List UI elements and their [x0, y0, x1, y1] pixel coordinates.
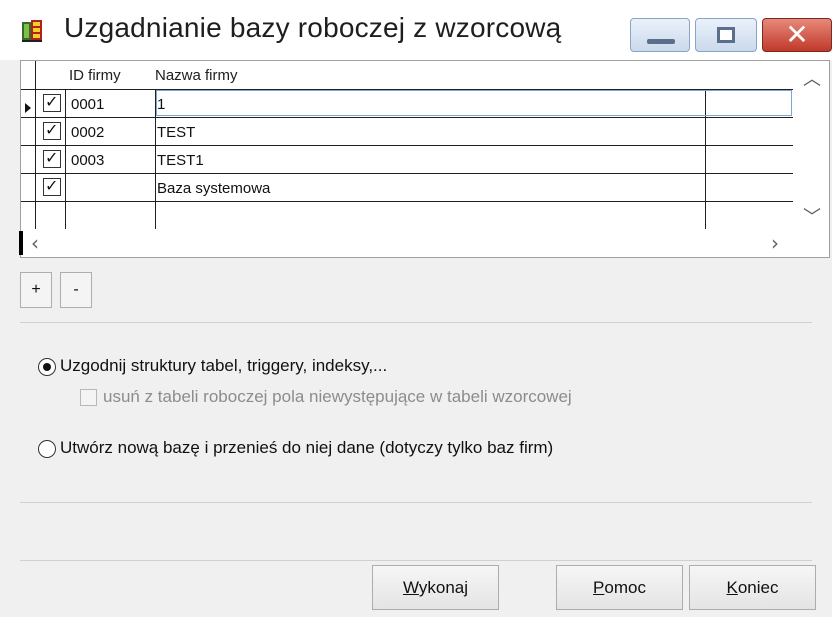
execute-mnemonic: W [402, 578, 419, 597]
window-title: Uzgadnianie bazy roboczej z wzorcową [64, 12, 562, 43]
row-checkbox[interactable] [43, 176, 61, 196]
row-checkbox[interactable] [43, 148, 61, 168]
execute-button[interactable]: Wykonaj [372, 565, 499, 610]
remove-row-button[interactable]: - [60, 272, 92, 308]
database-app-icon [22, 20, 42, 42]
divider [20, 502, 812, 503]
remove-fields-checkbox[interactable] [80, 389, 97, 406]
execute-label: ykonaj [418, 578, 469, 597]
horizontal-scrollbar[interactable]: ‹ › [19, 229, 829, 257]
new-db-option-label[interactable]: Utwórz nową bazę i przenieś do niej dane… [60, 438, 553, 458]
title-bar: Uzgadnianie bazy roboczej z wzorcową ✕ [0, 0, 832, 60]
column-header-name[interactable]: Nazwa firmy [155, 67, 238, 84]
scroll-left-icon[interactable]: ‹ [31, 231, 39, 255]
cell-id: 0003 [71, 152, 105, 169]
divider [20, 322, 812, 323]
maximize-icon [717, 27, 735, 43]
grid-line [65, 89, 66, 229]
scroll-marker [19, 231, 23, 255]
grid-line [21, 145, 793, 146]
cell-id: 0001 [71, 96, 105, 113]
maximize-button[interactable] [695, 18, 757, 52]
minimize-button[interactable] [630, 18, 690, 52]
add-row-button[interactable]: + [20, 272, 52, 308]
cell-id: 0002 [71, 124, 105, 141]
cell-name: TEST1 [157, 152, 204, 169]
minimize-icon [647, 39, 675, 44]
end-mnemonic: K [726, 578, 738, 597]
companies-grid[interactable]: ID firmy Nazwa firmy 0001 1 0002 TEST [19, 60, 830, 258]
close-icon: ✕ [785, 18, 809, 51]
row-checkbox[interactable] [43, 92, 61, 112]
help-mnemonic: P [593, 578, 605, 597]
help-label: omoc [604, 578, 646, 597]
end-label: oniec [737, 578, 779, 597]
dialog-window: Uzgadnianie bazy roboczej z wzorcową ✕ I… [0, 0, 832, 617]
vertical-scrollbar[interactable]: ︿ ﹀ [795, 61, 829, 229]
help-button[interactable]: Pomoc [556, 565, 683, 610]
column-header-id[interactable]: ID firmy [69, 67, 121, 84]
remove-fields-label: usuń z tabeli roboczej pola niewystępują… [103, 387, 572, 406]
grid-line [21, 201, 793, 202]
selected-cell-outline [156, 90, 792, 116]
cell-name: Baza systemowa [157, 180, 271, 197]
grid-line [21, 117, 793, 118]
cell-name: TEST [157, 124, 196, 141]
new-db-radio[interactable] [38, 440, 56, 458]
end-button[interactable]: Koniec [689, 565, 816, 610]
divider [20, 560, 812, 561]
scroll-right-icon[interactable]: › [771, 231, 779, 255]
scroll-up-icon[interactable]: ︿ [795, 65, 829, 91]
sync-radio[interactable] [38, 358, 56, 376]
current-row-indicator-icon [25, 103, 31, 113]
close-button[interactable]: ✕ [762, 18, 832, 52]
grid-header: ID firmy Nazwa firmy [21, 61, 829, 89]
row-checkbox[interactable] [43, 120, 61, 140]
scroll-down-icon[interactable]: ﹀ [795, 203, 829, 229]
sync-option-label[interactable]: Uzgodnij struktury tabel, triggery, inde… [60, 356, 387, 376]
grid-line [21, 173, 793, 174]
